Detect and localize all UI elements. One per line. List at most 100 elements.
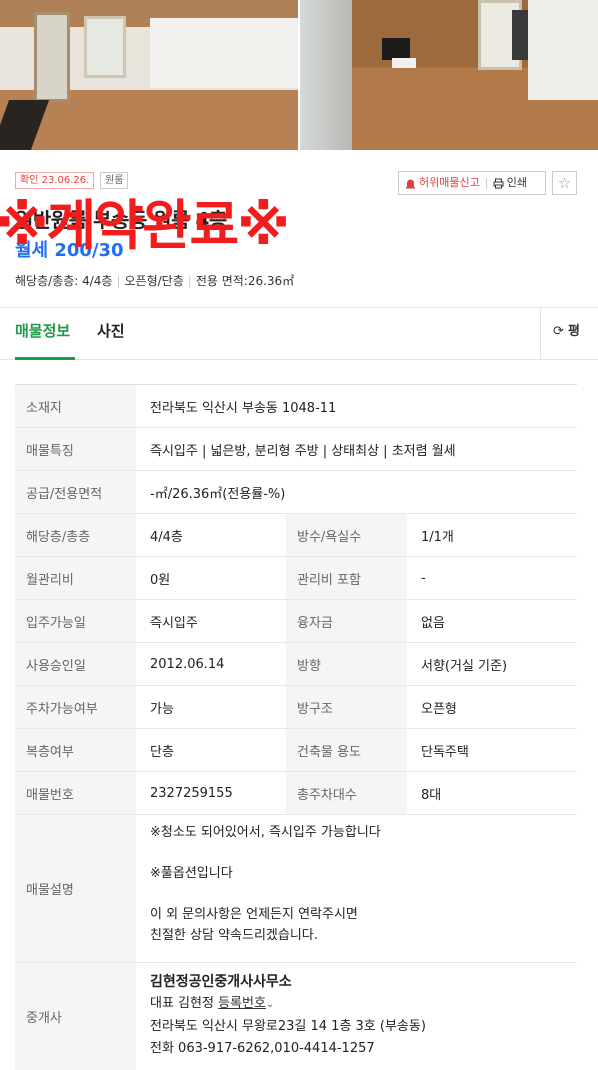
unit-toggle-button[interactable]: ⟳ 평 <box>540 308 598 360</box>
agent-phone: 전화 063-917-6262,010-4414-1257 <box>150 1041 375 1056</box>
print-label: 인쇄 <box>506 176 527 189</box>
mgmt-value: 0원 <box>136 556 286 600</box>
desc-line: 친절한 상담 약속드리겠습니다. <box>150 927 318 943</box>
siren-icon <box>406 179 415 188</box>
photo-object <box>0 100 50 150</box>
table-row: 공급/전용면적 -㎡/26.36㎡(전용률-%) <box>15 470 577 514</box>
photo-wall <box>528 0 598 100</box>
structure-label: 방구조 <box>286 685 407 729</box>
movein-value: 즉시입주 <box>136 599 286 643</box>
type-badge: 원룸 <box>100 172 129 189</box>
divider: | <box>187 274 192 288</box>
desc-line <box>150 885 577 906</box>
desc-line <box>150 844 577 865</box>
table-row: 매물번호 2327259155 총주차대수 8대 <box>15 771 577 815</box>
desc-label: 매물설명 <box>15 814 136 963</box>
desc-value: ※청소도 되어있어서, 즉시입주 가능합니다 ※풀옵션입니다 이 외 문의사항은… <box>136 814 577 963</box>
refresh-icon: ⟳ <box>553 324 564 339</box>
table-row: 월관리비 0원 관리비 포함 - <box>15 556 577 600</box>
room-photo-2[interactable] <box>300 0 598 150</box>
listing-actions: 허위매물신고 인쇄 <box>398 171 546 195</box>
loan-value: 없음 <box>407 599 577 643</box>
chevron-down-icon: ⌄ <box>265 999 275 1010</box>
table-row: 소재지 전라북도 익산시 부송동 1048-11 <box>15 384 577 428</box>
agent-label: 중개사 <box>15 962 136 1070</box>
mgmt-label: 월관리비 <box>15 556 136 600</box>
photo-window <box>300 0 352 150</box>
photo-stand <box>392 58 416 68</box>
area-value: -㎡/26.36㎡(전용률-%) <box>136 470 577 514</box>
area-label: 공급/전용면적 <box>15 470 136 514</box>
number-label: 매물번호 <box>15 771 136 815</box>
agent-info: 김현정공인중개사사무소 대표 김현정 등록번호⌄ 전라북도 익산시 무왕로23길… <box>136 963 577 1070</box>
photo-tv <box>382 38 410 60</box>
total-parking-value: 8대 <box>407 771 577 815</box>
print-icon <box>493 178 504 188</box>
photo-door <box>34 12 70 102</box>
address-value: 전라북도 익산시 부송동 1048-11 <box>136 384 577 428</box>
tab-photos[interactable]: 사진 <box>97 308 125 360</box>
direction-value: 서향(거실 기준) <box>407 642 577 686</box>
mgmt-incl-value: - <box>407 556 577 600</box>
table-row: 해당층/총층 4/4층 방수/욕실수 1/1개 <box>15 513 577 557</box>
usage-label: 건축물 용도 <box>286 728 407 772</box>
print-button[interactable]: 인쇄 <box>487 172 533 194</box>
divider: | <box>116 274 121 288</box>
movein-label: 입주가능일 <box>15 599 136 643</box>
photo-door <box>84 16 126 78</box>
features-label: 매물특징 <box>15 427 136 471</box>
table-row: 중개사 김현정공인중개사사무소 대표 김현정 등록번호⌄ 전라북도 익산시 무왕… <box>15 962 577 1070</box>
agent-name: 김현정공인중개사사무소 <box>150 974 292 990</box>
table-row: 매물설명 ※청소도 되어있어서, 즉시입주 가능합니다 ※풀옵션입니다 이 외 … <box>15 814 577 963</box>
spec-structure: 오픈형/단층 <box>124 274 184 288</box>
direction-label: 방향 <box>286 642 407 686</box>
loan-label: 융자금 <box>286 599 407 643</box>
address-label: 소재지 <box>15 384 136 428</box>
usage-value: 단독주택 <box>407 728 577 772</box>
desc-line: ※청소도 되어있어서, 즉시입주 가능합니다 <box>150 825 381 840</box>
registration-number-link[interactable]: 등록번호 <box>218 996 266 1011</box>
features-value: 즉시입주 | 넓은방, 분리형 주방 | 상태최상 | 초저렴 월세 <box>136 427 577 471</box>
photo-wall <box>150 18 298 88</box>
number-value: 2327259155 <box>136 771 286 815</box>
duplex-label: 복층여부 <box>15 728 136 772</box>
favorite-button[interactable]: ☆ <box>552 171 577 195</box>
registration-label: 등록번호 <box>218 996 266 1011</box>
approval-value: 2012.06.14 <box>136 642 286 686</box>
floor-label: 해당층/총층 <box>15 513 136 557</box>
spec-area: 전용 면적:26.36㎡ <box>195 274 295 288</box>
approval-label: 사용승인일 <box>15 642 136 686</box>
rooms-value: 1/1개 <box>407 513 577 557</box>
table-row: 입주가능일 즉시입주 융자금 없음 <box>15 599 577 643</box>
spec-floor: 해당층/총층: 4/4층 <box>15 274 113 288</box>
table-row: 주차가능여부 가능 방구조 오픈형 <box>15 685 577 729</box>
report-button[interactable]: 허위매물신고 <box>399 172 486 194</box>
table-row: 사용승인일 2012.06.14 방향 서향(거실 기준) <box>15 642 577 686</box>
report-label: 허위매물신고 <box>419 176 480 189</box>
photo-gallery[interactable] <box>0 0 598 150</box>
parking-value: 가능 <box>136 685 286 729</box>
duplex-value: 단층 <box>136 728 286 772</box>
unit-toggle-label: 평 <box>568 324 581 339</box>
table-row: 매물특징 즉시입주 | 넓은방, 분리형 주방 | 상태최상 | 초저렴 월세 <box>15 427 577 471</box>
tab-bar: 매물정보 사진 ⟳ 평 <box>0 308 598 360</box>
total-parking-label: 총주차대수 <box>286 771 407 815</box>
table-row: 복층여부 단층 건축물 용도 단독주택 <box>15 728 577 772</box>
confirm-badge: 확인 23.06.26. <box>15 172 95 189</box>
rooms-label: 방수/욕실수 <box>286 513 407 557</box>
listing-detail-table: 소재지 전라북도 익산시 부송동 1048-11 매물특징 즉시입주 | 넓은방… <box>15 384 577 1070</box>
agent-rep-line: 대표 김현정 등록번호⌄ <box>150 993 577 1016</box>
structure-value: 오픈형 <box>407 685 577 729</box>
floor-value: 4/4층 <box>136 513 286 557</box>
desc-line: 이 외 문의사항은 언제든지 연락주시면 <box>150 907 358 922</box>
mgmt-incl-label: 관리비 포함 <box>286 556 407 600</box>
parking-label: 주차가능여부 <box>15 685 136 729</box>
listing-specs: 해당층/총층: 4/4층 | 오픈형/단층 | 전용 면적:26.36㎡ <box>15 272 294 289</box>
room-photo-1[interactable] <box>0 0 298 150</box>
agent-rep: 대표 김현정 <box>150 996 214 1011</box>
contract-complete-stamp: ※계약완료※ <box>0 194 290 257</box>
listing-summary: 확인 23.06.26. 원룸 허위매물신고 인쇄 ☆ 일반원룸 부송동 원룸 … <box>0 150 598 308</box>
star-icon: ☆ <box>557 174 572 192</box>
agent-address: 전라북도 익산시 무왕로23길 14 1층 3호 (부송동) <box>150 1019 426 1034</box>
tab-listing-info[interactable]: 매물정보 <box>15 308 75 360</box>
